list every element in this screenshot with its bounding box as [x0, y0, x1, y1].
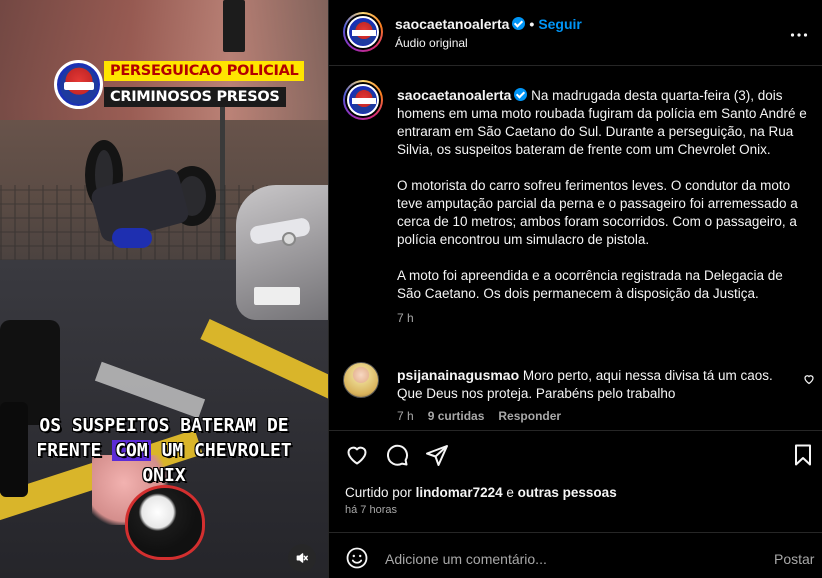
liked-by-prefix: Curtido por [345, 485, 412, 500]
comment-meta: 7 h 9 curtidas Responder [397, 409, 561, 423]
scene-helmet [125, 485, 205, 560]
post-timestamp[interactable]: há 7 horas [345, 504, 397, 516]
caption-username[interactable]: saocaetanoalerta [397, 87, 511, 103]
original-audio-link[interactable]: Áudio original [395, 36, 468, 50]
more-options-button[interactable] [790, 22, 808, 43]
comment-likes[interactable]: 9 curtidas [428, 409, 485, 423]
verified-badge-icon [512, 17, 526, 30]
video-caption: OS SUSPEITOS BATERAM DE FRENTE COM UM CH… [0, 413, 328, 488]
speaker-muted-icon [296, 553, 308, 563]
caption-highlight: COM [112, 440, 151, 461]
add-comment-bar: Postar [345, 546, 815, 574]
bookmark-icon[interactable] [791, 443, 815, 467]
separator-dot: • [529, 16, 535, 32]
divider [329, 532, 822, 533]
author-avatar[interactable] [343, 12, 383, 52]
comment: psijanainagusmao Moro perto, aqui nessa … [397, 366, 797, 403]
comment-time[interactable]: 7 h [397, 409, 414, 423]
comment-input[interactable] [385, 549, 745, 569]
liked-by-connector: e [506, 485, 514, 500]
post-media[interactable]: PERSEGUICAO POLICIAL CRIMINOSOS PRESOS O… [0, 0, 328, 578]
scene-motorcycle-tank [112, 228, 152, 248]
commenter-username[interactable]: psijanainagusmao [397, 367, 519, 383]
more-horizontal-icon [790, 33, 808, 37]
comment-icon[interactable] [385, 443, 409, 467]
overlay-tag-arrested: CRIMINOSOS PRESOS [104, 87, 286, 107]
action-bar [345, 443, 449, 467]
post-header: saocaetanoalerta • Seguir [395, 16, 582, 32]
video-caption-line: ONIX [142, 465, 186, 486]
emoji-icon[interactable] [345, 546, 369, 570]
post-caption: saocaetanoalerta Na madrugada desta quar… [397, 86, 807, 327]
scene-car-logo [282, 232, 296, 246]
scene-pole [223, 0, 245, 52]
overlay-tag-pursuit: PERSEGUICAO POLICIAL [104, 61, 305, 81]
liked-by-others[interactable]: outras pessoas [518, 485, 617, 500]
follow-button[interactable]: Seguir [538, 16, 582, 32]
caption-time[interactable]: 7 h [397, 309, 807, 327]
divider [329, 430, 822, 431]
channel-logo [54, 60, 103, 109]
reply-button[interactable]: Responder [498, 409, 561, 423]
scene-car-plate [254, 287, 300, 305]
share-icon[interactable] [425, 443, 449, 467]
post-comment-button[interactable]: Postar [774, 551, 814, 567]
post-details-panel: saocaetanoalerta • Seguir Áudio original s… [328, 0, 822, 578]
video-caption-line: OS SUSPEITOS BATERAM DE [39, 415, 289, 436]
heart-icon[interactable] [345, 443, 369, 467]
commenter-avatar[interactable] [343, 362, 379, 398]
heart-icon [804, 375, 814, 385]
liked-by-user[interactable]: lindomar7224 [416, 485, 503, 500]
caption-paragraph: A moto foi apreendida e a ocorrência reg… [397, 268, 783, 301]
likes-summary: Curtido por lindomar7224 e outras pessoa… [345, 485, 617, 500]
caption-author-avatar[interactable] [343, 80, 383, 120]
caption-paragraph: O motorista do carro sofreu ferimentos l… [397, 178, 798, 247]
like-comment-button[interactable] [803, 372, 815, 390]
video-caption-line: FRENTE COM UM CHEVROLET [36, 440, 292, 461]
verified-badge-icon [514, 88, 528, 101]
mute-button[interactable] [288, 544, 316, 572]
author-username[interactable]: saocaetanoalerta [395, 16, 509, 32]
caption-paragraph: saocaetanoalerta Na madrugada desta quar… [397, 86, 807, 159]
divider [329, 65, 822, 66]
